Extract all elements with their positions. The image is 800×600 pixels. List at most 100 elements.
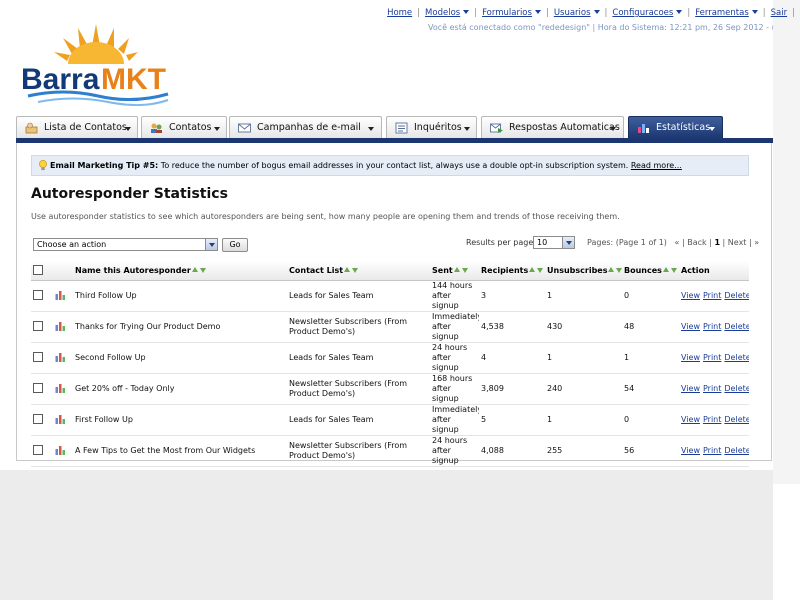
tip-title: Email Marketing Tip #5: [50, 161, 159, 170]
tab-campanhas-de-email[interactable]: Campanhas de e-mail [229, 116, 382, 138]
view-link[interactable]: View [681, 322, 700, 331]
contact-list: Leads for Sales Team [287, 342, 430, 374]
results-per-page-label: Results per page: [466, 238, 536, 247]
row-checkbox[interactable] [33, 444, 43, 455]
delete-link[interactable]: Delete [724, 322, 749, 331]
view-link[interactable]: View [681, 415, 700, 424]
nav-usuarios[interactable]: Usuarios [554, 8, 591, 18]
chevron-down-icon [464, 127, 470, 131]
tip-text: To reduce the number of bogus email addr… [158, 161, 631, 170]
logo-text-mkt: MKT [101, 63, 166, 96]
tab-inqueritos[interactable]: Inquéritos [386, 116, 477, 138]
bounces-count: 1 [622, 342, 679, 374]
column-header[interactable]: Sent [430, 261, 479, 281]
column-header[interactable]: Contact List [287, 261, 430, 281]
nav-ferramentas[interactable]: Ferramentas [695, 8, 749, 18]
recipients-count: 3 [479, 280, 545, 312]
sent-schedule: Immediately after signup [430, 311, 479, 343]
contact-list: Newsletter Subscribers (From Product Dem… [287, 311, 430, 343]
sort-icon[interactable] [191, 267, 206, 274]
recipients-count: 4,538 [479, 311, 545, 343]
print-link[interactable]: Print [703, 291, 721, 300]
nav-configuracoes[interactable]: Configuracoes [612, 8, 673, 18]
print-link[interactable]: Print [703, 353, 721, 362]
sort-icon[interactable] [662, 267, 677, 274]
print-link[interactable]: Print [703, 446, 721, 455]
chevron-down-icon [709, 127, 715, 131]
column-header[interactable]: Bounces [622, 261, 679, 281]
chevron-down-icon[interactable] [463, 10, 470, 14]
chart-icon [55, 290, 65, 300]
chevron-down-icon[interactable] [562, 237, 574, 248]
sort-icon[interactable] [453, 267, 468, 274]
delete-link[interactable]: Delete [724, 446, 749, 455]
unsubscribes-count: 430 [545, 311, 622, 343]
action-select[interactable]: Choose an action [33, 238, 218, 251]
autoresponder-name: Second Follow Up [73, 342, 287, 374]
delete-link[interactable]: Delete [724, 384, 749, 393]
chevron-down-icon[interactable] [534, 10, 541, 14]
column-header[interactable]: Recipients [479, 261, 545, 281]
contact-list-icon [25, 122, 38, 134]
column-header[interactable]: Unsubscribes [545, 261, 622, 281]
chevron-down-icon [368, 127, 374, 131]
nav-modelos[interactable]: Modelos [425, 8, 460, 18]
delete-link[interactable]: Delete [724, 415, 749, 424]
autoresponder-name: First Follow Up [73, 404, 287, 436]
chart-icon [55, 445, 65, 455]
sort-icon[interactable] [529, 267, 544, 274]
page-title: Autoresponder Statistics [31, 186, 228, 202]
nav-formularios[interactable]: Formularios [482, 8, 532, 18]
row-checkbox[interactable] [33, 382, 43, 393]
view-link[interactable]: View [681, 291, 700, 300]
tab-respostas-automaticas[interactable]: Respostas Automaticas [481, 116, 624, 138]
first-page-link[interactable]: « [675, 238, 680, 247]
row-checkbox[interactable] [33, 289, 43, 300]
row-actions: View Print Delete [679, 342, 749, 374]
results-per-page-select[interactable]: 10 [533, 236, 575, 249]
delete-link[interactable]: Delete [724, 353, 749, 362]
row-checkbox[interactable] [33, 351, 43, 362]
delete-link[interactable]: Delete [724, 291, 749, 300]
autoresponder-name: A Few Tips to Get the Most from Our Widg… [73, 435, 287, 467]
print-link[interactable]: Print [703, 322, 721, 331]
statistics-icon [638, 124, 649, 133]
view-link[interactable]: View [681, 446, 700, 455]
brand-logo[interactable]: Barra MKT [18, 16, 183, 106]
view-link[interactable]: View [681, 384, 700, 393]
next-link[interactable]: Next [728, 238, 747, 247]
print-link[interactable]: Print [703, 415, 721, 424]
chevron-down-icon[interactable] [205, 239, 217, 250]
row-checkbox[interactable] [33, 320, 43, 331]
nav-sair[interactable]: Sair [771, 8, 787, 18]
view-link[interactable]: View [681, 353, 700, 362]
bounces-count: 0 [622, 404, 679, 436]
row-actions: View Print Delete [679, 280, 749, 312]
last-page-link[interactable]: » [754, 238, 759, 247]
tip-read-more-link[interactable]: Read more... [631, 161, 682, 170]
back-link[interactable]: Back [687, 238, 706, 247]
bounces-count: 54 [622, 373, 679, 405]
select-all-checkbox[interactable] [33, 264, 43, 275]
current-page: 1 [714, 238, 721, 247]
recipients-count: 3,809 [479, 373, 545, 405]
tab-lista-de-contatos[interactable]: Lista de Contatos [16, 116, 138, 138]
chevron-down-icon[interactable] [676, 10, 683, 14]
tab-estatisticas[interactable]: Estatísticas [628, 116, 723, 139]
chevron-down-icon[interactable] [751, 10, 758, 14]
unsubscribes-count: 240 [545, 373, 622, 405]
tab-contatos[interactable]: Contatos [141, 116, 227, 138]
sent-schedule: 24 hours after signup [430, 342, 479, 374]
sort-icon[interactable] [344, 267, 359, 274]
login-status: Você está conectado como "rededesign" | … [428, 23, 773, 32]
contact-list: Newsletter Subscribers (From Product Dem… [287, 435, 430, 467]
row-checkbox[interactable] [33, 413, 43, 424]
go-button[interactable]: Go [222, 238, 248, 252]
print-link[interactable]: Print [703, 384, 721, 393]
nav-home[interactable]: Home [387, 8, 412, 18]
chevron-down-icon [125, 127, 131, 131]
column-header[interactable]: Name this Autoresponder [73, 261, 287, 281]
sort-icon[interactable] [608, 267, 622, 274]
autoresponder-name: Third Follow Up [73, 280, 287, 312]
chevron-down-icon[interactable] [593, 10, 600, 14]
